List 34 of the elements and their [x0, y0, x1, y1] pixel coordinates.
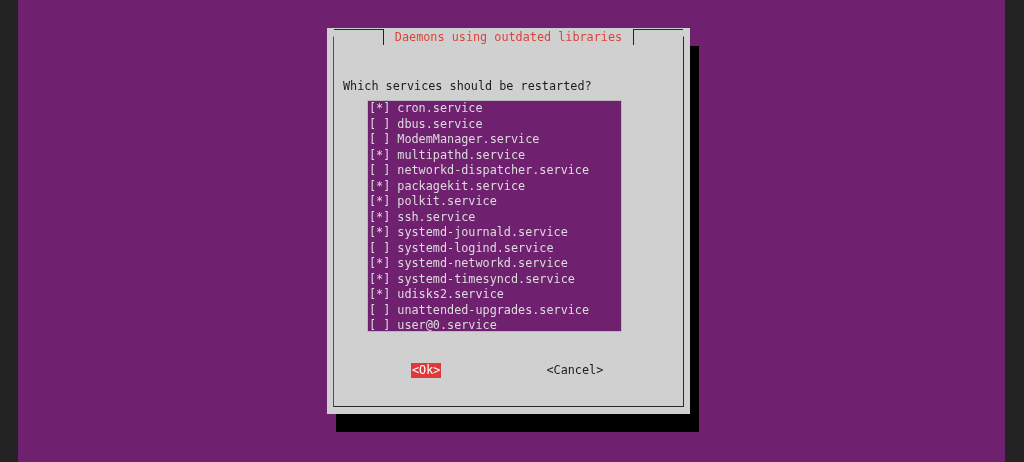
service-label[interactable]: systemd-networkd.service — [397, 256, 568, 272]
service-label[interactable]: systemd-journald.service — [397, 225, 568, 241]
checkbox[interactable]: [*] — [369, 287, 391, 303]
service-label[interactable]: cron.service — [397, 101, 483, 117]
checkbox[interactable]: [*] — [369, 194, 391, 210]
checkbox[interactable]: [*] — [369, 256, 391, 272]
checkbox[interactable]: [ ] — [369, 163, 391, 179]
checkbox[interactable]: [*] — [369, 225, 391, 241]
prompt-text: Which services should be restarted? — [343, 78, 593, 94]
checkbox[interactable]: [ ] — [369, 318, 391, 331]
checkbox[interactable]: [*] — [369, 101, 391, 117]
service-label[interactable]: dbus.service — [397, 116, 483, 132]
dialog-title: Daemons using outdated libraries — [382, 29, 635, 45]
checkbox[interactable]: [ ] — [369, 240, 391, 256]
checkbox[interactable]: [ ] — [369, 302, 391, 318]
cancel-button[interactable]: <Cancel> — [545, 363, 605, 378]
ok-button[interactable]: <Ok> — [411, 363, 442, 378]
service-label[interactable]: unattended-upgrades.service — [397, 302, 590, 318]
service-label[interactable]: user@0.service — [397, 318, 497, 331]
service-label[interactable]: ModemManager.service — [397, 132, 540, 148]
service-label[interactable]: packagekit.service — [397, 178, 526, 194]
service-label[interactable]: udisks2.service — [397, 287, 504, 303]
checkbox[interactable]: [*] — [369, 209, 391, 225]
service-label[interactable]: systemd-logind.service — [397, 240, 554, 256]
checkbox[interactable]: [ ] — [369, 132, 391, 148]
service-label[interactable]: systemd-timesyncd.service — [397, 271, 575, 287]
service-label[interactable]: multipathd.service — [397, 147, 526, 163]
checkbox[interactable]: [*] — [369, 147, 391, 163]
service-label[interactable]: networkd-dispatcher.service — [397, 163, 590, 179]
service-label[interactable]: polkit.service — [397, 194, 497, 210]
checkbox[interactable]: [ ] — [369, 116, 391, 132]
checkbox[interactable]: [*] — [369, 271, 391, 287]
checkbox[interactable]: [*] — [369, 178, 391, 194]
service-label[interactable]: ssh.service — [397, 209, 476, 225]
